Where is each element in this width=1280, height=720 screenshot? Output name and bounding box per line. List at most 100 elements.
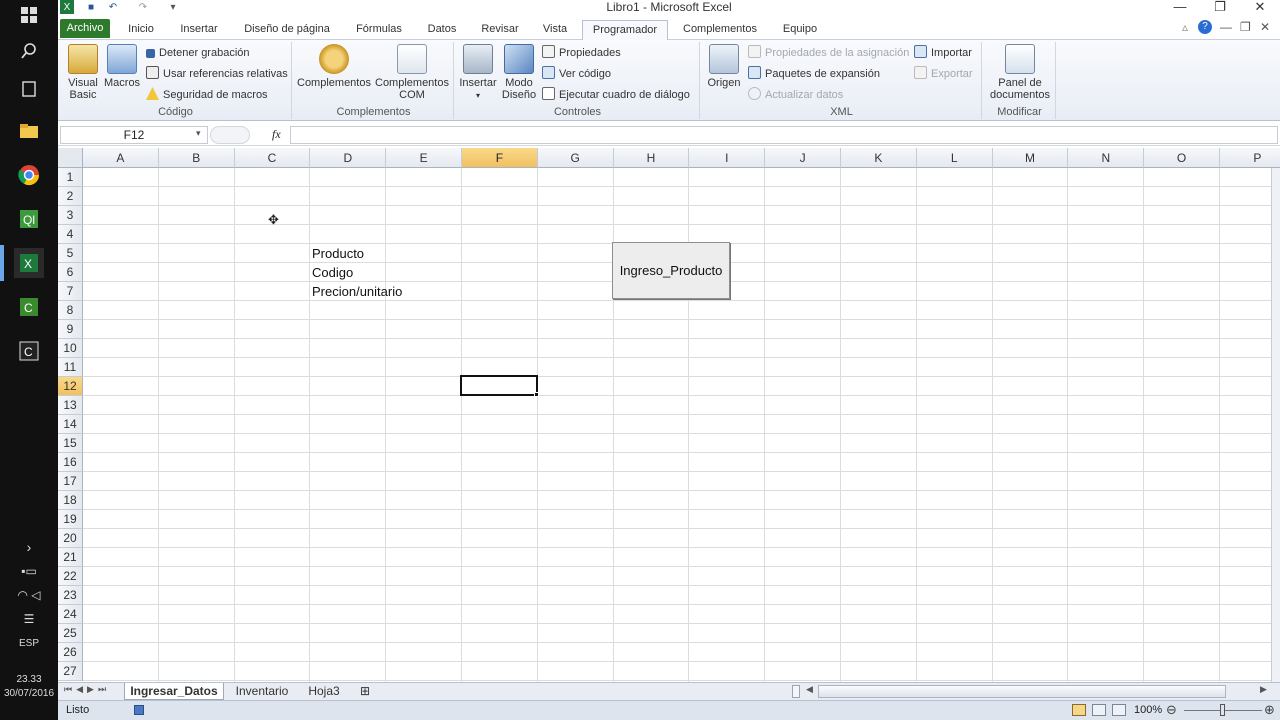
row-header-7[interactable]: 7 [58,282,83,301]
ingreso-producto-button[interactable]: Ingreso_Producto [612,242,730,299]
row-header-26[interactable]: 26 [58,643,83,662]
tab-formulas[interactable]: Fórmulas [350,20,408,40]
row-header-12[interactable]: 12 [58,377,83,396]
file-explorer-icon[interactable] [14,116,44,146]
name-box[interactable]: F12 [60,126,208,144]
tab-inicio[interactable]: Inicio [120,20,162,40]
cell-d5[interactable]: Producto [312,244,364,263]
zoom-out-icon[interactable]: ⊖ [1166,702,1177,718]
row-header-11[interactable]: 11 [58,358,83,377]
workbook-restore-icon[interactable]: ❐ [1240,20,1251,34]
normal-view-icon[interactable] [1072,704,1086,716]
modo-diseno-button[interactable]: Modo Diseño [500,44,538,101]
cell-d6[interactable]: Codigo [312,263,353,282]
workbook-close-icon[interactable]: ✕ [1260,20,1270,34]
sheet-tab-inventario[interactable]: Inventario [228,683,296,700]
sheet-tab-ingresar-datos[interactable]: Ingresar_Datos [124,683,224,700]
sheet-nav-arrows-icon[interactable]: ⏮◀▶⏭ [64,684,110,695]
column-header-e[interactable]: E [386,148,462,168]
macro-record-icon[interactable] [134,705,144,715]
split-handle[interactable] [792,685,800,698]
row-header-14[interactable]: 14 [58,415,83,434]
qlik-icon[interactable]: Ql [14,204,44,234]
visual-basic-button[interactable]: Visual Basic [64,44,102,101]
selected-cell-f12[interactable] [460,375,538,396]
usar-referencias-relativas-button[interactable]: Usar referencias relativas [146,65,288,83]
tab-vista[interactable]: Vista [536,20,574,40]
formula-function-toggle[interactable] [210,126,250,144]
select-all-corner[interactable] [58,148,83,168]
row-header-8[interactable]: 8 [58,301,83,320]
column-header-p[interactable]: P [1220,148,1280,168]
zoom-level[interactable]: 100% [1134,704,1162,716]
row-header-6[interactable]: 6 [58,263,83,282]
complementos-button[interactable]: Complementos [296,44,372,89]
insert-function-icon[interactable]: fx [272,127,281,142]
cell-d7[interactable]: Precion/unitario [312,282,402,301]
ejecutar-cuadro-dialogo-button[interactable]: Ejecutar cuadro de diálogo [542,86,690,104]
column-header-i[interactable]: I [689,148,766,168]
name-box-dropdown-icon[interactable]: ▾ [196,128,201,139]
scroll-left-icon[interactable]: ◀ [806,684,813,695]
clock-time[interactable]: 23.33 [0,674,58,685]
column-header-k[interactable]: K [841,148,917,168]
sheet-tab-hoja3[interactable]: Hoja3 [302,683,346,700]
complementos-com-button[interactable]: Complementos COM [374,44,450,101]
windows-start-icon[interactable] [14,0,44,30]
row-header-21[interactable]: 21 [58,548,83,567]
camtasia-icon[interactable]: C [14,292,44,322]
notifications-icon[interactable]: ☰ [14,604,44,634]
column-header-h[interactable]: H [613,148,690,168]
column-header-f[interactable]: F [462,148,538,168]
propiedades-asignacion-button[interactable]: Propiedades de la asignación [748,44,909,62]
restore-button[interactable]: ❐ [1200,0,1240,16]
workbook-minimize-icon[interactable]: — [1220,20,1232,34]
formula-input[interactable] [290,126,1278,144]
tab-insertar[interactable]: Insertar [174,20,224,40]
chrome-icon[interactable] [14,160,44,190]
row-header-15[interactable]: 15 [58,434,83,453]
propiedades-button[interactable]: Propiedades [542,44,621,62]
row-header-25[interactable]: 25 [58,624,83,643]
row-header-27[interactable]: 27 [58,662,83,681]
row-header-4[interactable]: 4 [58,225,83,244]
vertical-scrollbar[interactable] [1271,168,1280,682]
row-header-17[interactable]: 17 [58,472,83,491]
row-header-23[interactable]: 23 [58,586,83,605]
help-icon[interactable]: ? [1198,20,1212,34]
row-header-16[interactable]: 16 [58,453,83,472]
tab-revisar[interactable]: Revisar [476,20,524,40]
row-header-13[interactable]: 13 [58,396,83,415]
tab-programador[interactable]: Programador [582,20,668,41]
row-header-3[interactable]: 3 [58,206,83,225]
column-header-n[interactable]: N [1068,148,1145,168]
language-indicator[interactable]: ESP [0,638,58,649]
row-header-2[interactable]: 2 [58,187,83,206]
search-icon[interactable] [14,36,44,66]
page-break-view-icon[interactable] [1112,704,1126,716]
ribbon-minimize-icon[interactable]: ▵ [1182,20,1188,34]
tab-equipo[interactable]: Equipo [774,20,826,40]
row-header-19[interactable]: 19 [58,510,83,529]
insertar-control-button[interactable]: Insertar ▾ [458,44,498,102]
spreadsheet-grid[interactable]: ABCDEFGHIJKLMNOP 1 2 3 4 5 6 7 8 9 10 11 12 13 14 15 16… [58,148,1280,682]
row-header-24[interactable]: 24 [58,605,83,624]
excel-taskbar-icon[interactable]: X [14,248,44,278]
seguridad-macros-button[interactable]: Seguridad de macros [146,86,268,104]
zoom-in-icon[interactable]: ⊕ [1264,702,1275,718]
row-header-10[interactable]: 10 [58,339,83,358]
macros-button[interactable]: Macros [104,44,140,89]
zoom-slider-thumb[interactable] [1220,704,1225,716]
row-header-20[interactable]: 20 [58,529,83,548]
column-header-l[interactable]: L [916,148,993,168]
column-header-o[interactable]: O [1144,148,1220,168]
row-header-5[interactable]: 5 [58,244,83,263]
importar-button[interactable]: Importar [914,44,972,62]
row-header-9[interactable]: 9 [58,320,83,339]
column-header-g[interactable]: G [537,148,614,168]
insert-sheet-icon[interactable]: ⊞ [352,683,378,700]
close-button[interactable]: ✕ [1240,0,1280,16]
tab-archivo[interactable]: Archivo [60,19,110,38]
panel-documentos-button[interactable]: Panel de documentos [986,44,1054,101]
column-header-d[interactable]: D [310,148,387,168]
